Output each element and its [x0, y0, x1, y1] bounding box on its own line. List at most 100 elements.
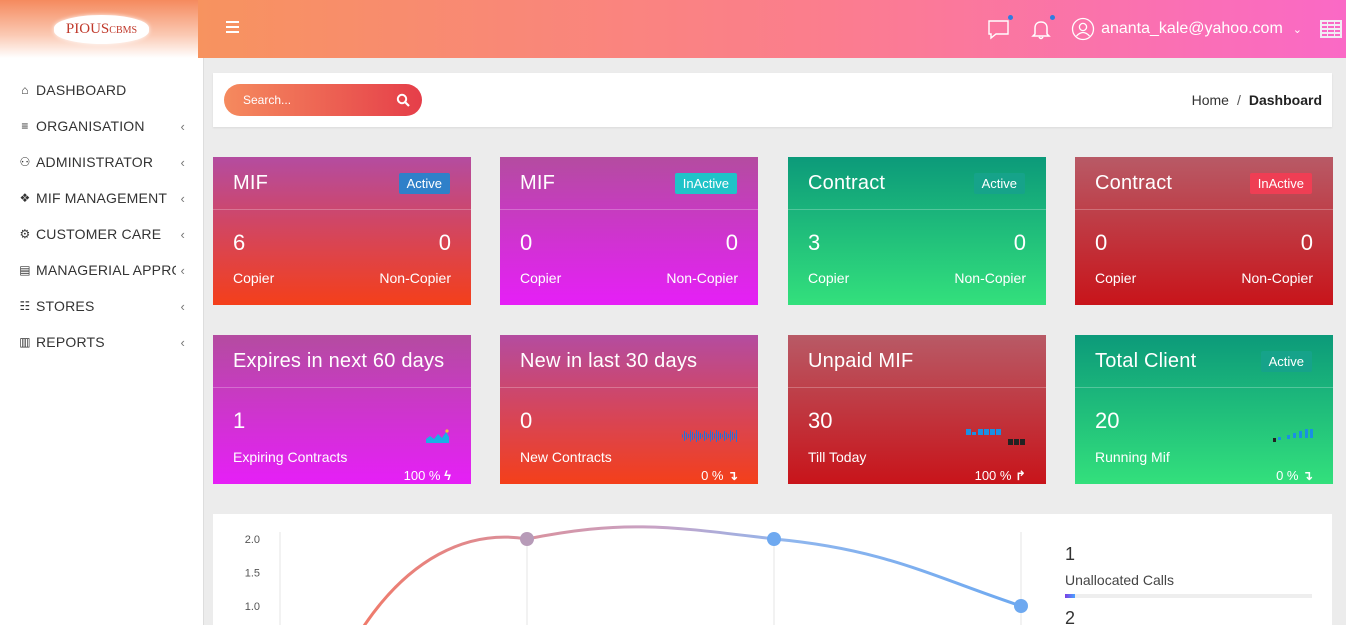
y-tick-label: 2.0	[245, 534, 260, 546]
card-body: 1 Expiring Contracts 100 % ϟ	[213, 408, 471, 483]
trend-sparkline	[1273, 428, 1313, 449]
card-title: Contract	[808, 171, 886, 194]
sidebar-item-label: DASHBOARD	[36, 82, 127, 98]
sidebar-item-mif-management[interactable]: ❖ MIF MANAGEMENT ‹	[0, 180, 203, 216]
data-point[interactable]	[520, 532, 534, 546]
database-icon: ≡	[21, 119, 29, 133]
metric-value: 20	[1095, 408, 1120, 433]
non-copier-count: 0	[1013, 230, 1026, 255]
brand-logo[interactable]: PIOUSCBMS	[53, 14, 150, 44]
metric-card: Expires in next 60 days 1 Expiring Contrac…	[213, 335, 471, 484]
sidebar-item-label: MIF MANAGEMENT	[36, 190, 168, 206]
chevron-left-icon: ‹	[180, 298, 185, 314]
card-title: Total Client	[1095, 349, 1197, 372]
percent-value: 100 %	[403, 468, 441, 483]
card-title: Contract	[1095, 171, 1173, 194]
sidebar-item-label: MANAGERIAL APPRO...	[36, 262, 176, 278]
card-body: 3 0 Copier Non-Copier	[788, 230, 1046, 286]
percent-change: 0 % ↴	[701, 468, 738, 484]
card-body: 30 Till Today 100 % ↱	[788, 408, 1046, 483]
stat-value: 1	[1065, 544, 1076, 564]
non-copier-label: Non-Copier	[379, 270, 451, 286]
user-icon[interactable]	[1071, 17, 1095, 41]
status-badge: Active	[1260, 350, 1312, 372]
metric-card: Total Client Active 20 Running Mif 0 % ↴	[1075, 335, 1333, 484]
sidebar-item-stores[interactable]: ☷ STORES ‹	[0, 288, 203, 324]
card-title: New in last 30 days	[520, 349, 698, 372]
sidebar-item-dashboard[interactable]: ⌂ DASHBOARD	[0, 72, 203, 108]
sidebar-item-label: ORGANISATION	[36, 118, 145, 134]
y-tick-label: 1.5	[245, 568, 260, 580]
trend-icon: ↴	[1302, 468, 1313, 483]
series-line	[362, 525, 1022, 625]
stat-label: Unallocated Calls	[1065, 572, 1174, 588]
chevron-left-icon: ‹	[180, 190, 185, 206]
percent-change: 0 % ↴	[1276, 468, 1313, 484]
sidebar-item-label: REPORTS	[36, 334, 105, 350]
topbar-actions: ananta_kale@yahoo.com ⌄	[987, 0, 1346, 58]
status-sparkline	[966, 428, 1026, 451]
sidebar-item-customer-care[interactable]: ⚙ CUSTOMER CARE ‹	[0, 216, 203, 252]
chevron-down-icon[interactable]: ⌄	[1293, 23, 1302, 36]
sidebar-item-organisation[interactable]: ≡ ORGANISATION ‹	[0, 108, 203, 144]
card-title: MIF	[233, 171, 269, 194]
card-body: 0 0 Copier Non-Copier	[1075, 230, 1333, 286]
bell-icon[interactable]	[1029, 15, 1056, 41]
summary-card: MIF Active 6 0 Copier Non-Copier	[213, 157, 471, 305]
messages-icon[interactable]	[987, 15, 1014, 41]
card-body: 0 0 Copier Non-Copier	[500, 230, 758, 286]
card-header: Contract Active	[788, 157, 1046, 210]
logo-text-main: PIOUS	[65, 20, 110, 37]
status-badge: InActive	[674, 172, 737, 194]
search-icon[interactable]	[396, 93, 410, 107]
stat-progress-bar	[1065, 594, 1312, 598]
metric-label: Running Mif	[1095, 449, 1170, 465]
apps-grid-icon[interactable]	[1320, 20, 1342, 38]
percent-change: 100 % ↱	[975, 468, 1026, 484]
status-badge: InActive	[1249, 172, 1312, 194]
metric-value: 30	[808, 408, 833, 433]
chevron-left-icon: ‹	[180, 226, 185, 242]
card-header: MIF Active	[213, 157, 471, 210]
summary-card: MIF InActive 0 0 Copier Non-Copier	[500, 157, 758, 305]
breadcrumb: Home / Dashboard	[1192, 92, 1322, 108]
chevron-left-icon: ‹	[180, 262, 185, 278]
hamburger-icon[interactable]	[226, 21, 239, 33]
search-box	[224, 84, 422, 116]
percent-change: 100 % ϟ	[404, 468, 451, 483]
card-title: Expires in next 60 days	[233, 349, 445, 372]
area-sparkline	[425, 428, 451, 449]
top-navbar: ananta_kale@yahoo.com ⌄	[198, 0, 1346, 58]
copier-label: Copier	[808, 270, 850, 286]
logo-text-sub: CBMS	[109, 24, 138, 36]
cart-icon: ☷	[19, 299, 31, 313]
card-header: New in last 30 days	[500, 335, 758, 388]
metric-label: New Contracts	[520, 449, 612, 465]
copier-count: 0	[1095, 230, 1108, 255]
percent-value: 100 %	[974, 468, 1012, 483]
metric-label: Expiring Contracts	[233, 449, 348, 465]
copier-count: 3	[808, 230, 821, 255]
non-copier-count: 0	[438, 230, 451, 255]
sidebar-item-reports[interactable]: ▥ REPORTS ‹	[0, 324, 203, 360]
user-email[interactable]: ananta_kale@yahoo.com	[1101, 20, 1283, 38]
breadcrumb-home[interactable]: Home	[1192, 92, 1229, 108]
summary-card: Contract InActive 0 0 Copier Non-Copier	[1075, 157, 1333, 305]
card-header: Unpaid MIF	[788, 335, 1046, 388]
chart-panel: 2.0 1.5 1.0 1 Unallocated Calls 2	[213, 514, 1332, 625]
progress-fill	[1065, 594, 1075, 598]
data-point[interactable]	[767, 532, 781, 546]
sidebar-item-administrator[interactable]: ⚇ ADMINISTRATOR ‹	[0, 144, 203, 180]
newspaper-icon: ▤	[19, 263, 31, 277]
data-point[interactable]	[1014, 599, 1028, 613]
sidebar-item-managerial-appro[interactable]: ▤ MANAGERIAL APPRO...‹	[0, 252, 203, 288]
summary-card: Contract Active 3 0 Copier Non-Copier	[788, 157, 1046, 305]
gear-icon: ⚙	[19, 227, 31, 241]
sidebar: PIOUSCBMS ⌂ DASHBOARD ≡ ORGANISATION ‹ ⚇ ADMIN…	[0, 0, 204, 625]
chevron-left-icon: ‹	[180, 118, 185, 134]
copier-label: Copier	[1095, 270, 1137, 286]
search-input[interactable]	[243, 93, 396, 107]
sidebar-item-label: CUSTOMER CARE	[36, 226, 162, 242]
card-header: Expires in next 60 days	[213, 335, 471, 388]
trend-icon: ϟ	[444, 468, 451, 483]
